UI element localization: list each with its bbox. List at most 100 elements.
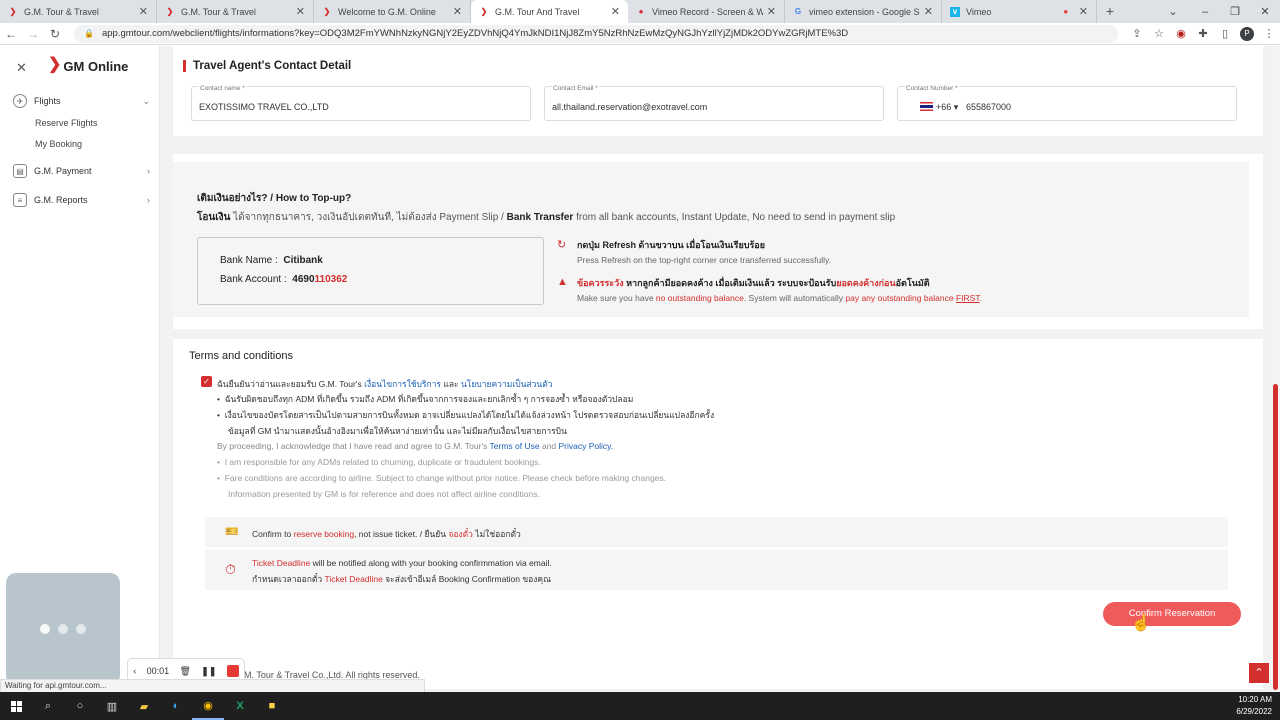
chevron-down-icon: ⌄	[142, 95, 150, 106]
refresh-note: ↻ กดปุ่ม Refresh ด้านขวาบน เมื่อโอนเงินเ…	[557, 239, 832, 265]
browser-tab[interactable]: Gvimeo extension - Google Searc✕	[785, 0, 942, 23]
agree-text-en: By proceeding, I acknowledge that I have…	[217, 441, 614, 451]
terms-bullet: ข้อมูลที่ GM นำมาแสดงนั้นอ้างอิงมาเพื่อใ…	[228, 426, 567, 436]
sidebar-item-flights[interactable]: ✈ Flights ⌄	[0, 90, 160, 112]
chrome-icon[interactable]: ◉	[192, 692, 224, 720]
topup-panel: เติมเงินอย่างไร? / How to Top-up? โอนเงิ…	[173, 162, 1249, 317]
agree-checkbox[interactable]: ✓	[201, 376, 212, 387]
windows-start-icon[interactable]	[0, 692, 32, 720]
contact-name-field[interactable]: Contact name * EXOTISSIMO TRAVEL CO.,LTD	[191, 85, 531, 121]
browser-tab[interactable]: ❯ Welcome to G.M. Online ✕	[314, 0, 471, 23]
terms-link-th[interactable]: เงื่อนไขการใช้บริการ	[364, 379, 441, 389]
loading-dot	[40, 624, 50, 634]
browser-tab-strip: ❯ G.M. Tour & Travel ✕ ❯ G.M. Tour & Travel…	[0, 0, 1280, 23]
country-code-select[interactable]: +66 ▾	[920, 102, 958, 113]
lock-icon: 🔒	[84, 29, 94, 38]
sidebar-sub-reserve-flights[interactable]: Reserve Flights	[0, 112, 160, 133]
privacy-link-th[interactable]: นโยบายความเป็นส่วนตัว	[461, 379, 553, 389]
close-tab-icon[interactable]: ✕	[139, 5, 148, 18]
forward-icon[interactable]: →	[22, 27, 44, 41]
close-tab-icon[interactable]: ✕	[611, 5, 620, 18]
payment-icon: ▤	[13, 164, 27, 178]
bank-name: Bank Name : Citibank	[220, 255, 323, 266]
close-sidebar-icon[interactable]: ✕	[16, 60, 27, 76]
close-tab-icon[interactable]: ✕	[453, 5, 462, 18]
timer-icon: ⏱	[225, 561, 236, 577]
windows-taskbar: ⌕ ○ ▥ ▰ ◐ ◉ X ■ 10:20 AM 6/29/2022	[0, 692, 1280, 720]
browser-tab[interactable]: v Vimeo ● ✕	[942, 0, 1097, 23]
sticky-notes-icon[interactable]: ■	[256, 692, 288, 720]
agree-text-th: ฉันยืนยันว่าอ่านและยอมรับ G.M. Tour's เง…	[217, 379, 553, 389]
browser-tab[interactable]: ❯ G.M. Tour & Travel ✕	[0, 0, 157, 23]
close-tab-icon[interactable]: ✕	[1079, 5, 1088, 18]
google-icon: G	[794, 7, 802, 16]
menu-kebab-icon[interactable]: ⋮	[1258, 27, 1280, 40]
collapse-icon[interactable]: ‹	[133, 666, 136, 676]
browser-tab-active[interactable]: ❯ G.M. Tour And Travel ✕	[471, 0, 628, 23]
tab-search-icon[interactable]: ⌄	[1158, 0, 1188, 23]
scroll-to-top-button[interactable]: ⌃	[1249, 663, 1269, 683]
bookmark-star-icon[interactable]: ☆	[1148, 27, 1170, 40]
report-icon: ≡	[13, 193, 27, 207]
sidebar-sub-my-booking[interactable]: My Booking	[0, 133, 160, 154]
caret-down-icon: ▾	[953, 102, 959, 112]
recording-timer: 00:01	[146, 666, 170, 676]
terms-bullet: • ฉันรับผิดชอบถึงทุก ADM ที่เกิดขึ้น รวม…	[217, 394, 634, 404]
browser-tab[interactable]: ●Vimeo Record - Screen & Webc✕	[628, 0, 785, 23]
new-tab-button[interactable]: +	[1097, 0, 1123, 23]
vimeo-icon: v	[950, 6, 960, 17]
page-content: ✕ ❯ GM Online ✈ Flights ⌄ Reserve Flights M…	[0, 46, 1280, 692]
url-field[interactable]: 🔒 app.gmtour.com/webclient/flights/inform…	[74, 24, 1118, 43]
browser-tab[interactable]: ❯ G.M. Tour & Travel ✕	[157, 0, 314, 23]
confirm-reservation-button[interactable]: Confirm Reservation	[1103, 602, 1241, 626]
warning-icon: ▲	[557, 276, 568, 288]
search-icon[interactable]: ⌕	[32, 692, 64, 720]
share-icon[interactable]: ⇪	[1126, 27, 1148, 40]
edge-icon[interactable]: ◐	[160, 692, 192, 720]
close-tab-icon[interactable]: ✕	[924, 5, 933, 18]
recording-icon: ●	[1063, 7, 1069, 16]
gm-favicon-icon: ❯	[166, 7, 174, 16]
bank-account: Bank Account : 4690110362	[220, 274, 348, 285]
webcam-preview[interactable]	[6, 573, 120, 685]
system-clock[interactable]: 10:20 AM 6/29/2022	[1236, 694, 1272, 718]
pause-icon[interactable]: ❚❚	[201, 666, 216, 677]
scrollbar-thumb[interactable]	[1273, 384, 1278, 690]
gm-logo: ❯ GM Online	[48, 56, 129, 74]
profile-avatar-icon[interactable]: P	[1236, 26, 1258, 41]
sidebar-menu: ✈ Flights ⌄ Reserve Flights My Booking ▤ G.…	[0, 90, 160, 211]
terms-bullet: • I am responsible for any ADMs related …	[217, 457, 541, 467]
contact-number-field[interactable]: Contact Number * +66 ▾ 655867000	[897, 85, 1237, 121]
contact-email-field[interactable]: Contact Email * all.thailand.reservation…	[544, 85, 884, 121]
extension-record-icon[interactable]: ◉	[1170, 27, 1192, 40]
terms-bullet: • เงื่อนไขของบัตรโดยสารเป็นไปตามสายการบิ…	[217, 410, 715, 420]
restore-icon[interactable]: ❐	[1220, 0, 1250, 23]
back-icon[interactable]: ←	[0, 27, 22, 41]
topup-description: โอนเงิน ได้จากทุกธนาคาร, วงเงินอัปเดตทัน…	[197, 212, 896, 223]
stop-recording-button[interactable]	[226, 665, 239, 677]
privacy-policy-link[interactable]: Privacy Policy.	[559, 441, 614, 451]
reload-icon[interactable]: ↻	[44, 27, 66, 41]
close-tab-icon[interactable]: ✕	[296, 5, 305, 18]
side-panel-icon[interactable]: ▯	[1214, 27, 1236, 40]
browser-status-bar: Waiting for api.gmtour.com...	[0, 679, 425, 693]
extensions-puzzle-icon[interactable]: ✚	[1192, 27, 1214, 40]
refresh-icon: ↻	[557, 239, 567, 251]
contact-card: Travel Agent's Contact Detail Contact na…	[173, 46, 1263, 136]
close-window-icon[interactable]: ✕	[1250, 0, 1280, 23]
minimize-icon[interactable]: –	[1190, 0, 1220, 23]
close-tab-icon[interactable]: ✕	[767, 5, 776, 18]
trash-icon[interactable]: 🗑	[179, 666, 190, 677]
terms-of-use-link[interactable]: Terms of Use	[490, 441, 540, 451]
terms-title: Terms and conditions	[189, 350, 293, 362]
ticket-icon: 🎫	[225, 526, 239, 538]
cortana-icon[interactable]: ○	[64, 692, 96, 720]
file-explorer-icon[interactable]: ▰	[128, 692, 160, 720]
task-view-icon[interactable]: ▥	[96, 692, 128, 720]
sidebar-item-reports[interactable]: ≡ G.M. Reports ›	[0, 189, 160, 211]
topup-title: เติมเงินอย่างไร? / How to Top-up?	[197, 193, 352, 204]
chevron-right-icon: ›	[147, 166, 150, 176]
terms-bullet: • Fare conditions are according to airli…	[217, 473, 667, 483]
sidebar-item-payment[interactable]: ▤ G.M. Payment ›	[0, 160, 160, 182]
excel-icon[interactable]: X	[224, 692, 256, 720]
